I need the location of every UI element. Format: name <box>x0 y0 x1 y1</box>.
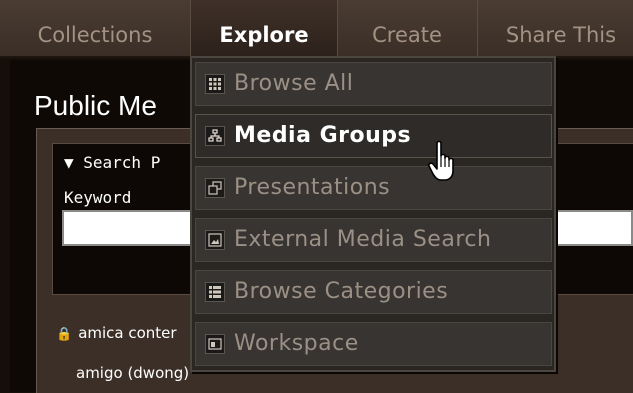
menu-item-browse-categories[interactable]: Browse Categories <box>195 270 552 314</box>
stacked-windows-icon <box>205 178 225 198</box>
grid-icon <box>205 74 225 94</box>
menu-item-label: Workspace <box>234 331 359 356</box>
picture-icon <box>205 230 225 250</box>
menu-item-presentations[interactable]: Presentations <box>195 166 552 210</box>
owner-label: amica conter <box>78 324 177 342</box>
list-icon <box>205 282 225 302</box>
explore-dropdown-menu: Browse All Media Groups Presentations Ex… <box>190 56 556 372</box>
menu-item-label: Media Groups <box>234 123 412 148</box>
user-line: amigo (dwong) <box>76 364 190 382</box>
lock-icon: 🔒 <box>56 327 73 342</box>
menu-item-media-groups[interactable]: Media Groups <box>195 114 552 158</box>
hand-cursor-icon <box>428 140 462 186</box>
nav-explore[interactable]: Explore <box>190 0 338 56</box>
menu-item-browse-all[interactable]: Browse All <box>195 62 552 106</box>
nav-share-this[interactable]: Share This <box>477 0 633 56</box>
top-nav-bar: Collections Explore Create Share This <box>0 0 633 58</box>
menu-item-label: Browse Categories <box>234 279 449 304</box>
menu-item-label: Presentations <box>234 175 391 200</box>
page-title: Public Me <box>34 90 157 121</box>
menu-item-label: Browse All <box>234 71 354 96</box>
menu-item-workspace[interactable]: Workspace <box>195 322 552 366</box>
window-icon <box>205 334 225 354</box>
keyword-label: Keyword <box>64 188 132 207</box>
owner-line: 🔒 amica conter <box>56 324 177 342</box>
nav-create[interactable]: Create <box>337 0 477 56</box>
nav-collections[interactable]: Collections <box>0 0 190 56</box>
hierarchy-icon <box>205 126 225 146</box>
menu-item-label: External Media Search <box>234 227 492 252</box>
menu-item-external-media-search[interactable]: External Media Search <box>195 218 552 262</box>
search-toggle[interactable]: ▼ Search P <box>64 153 160 172</box>
